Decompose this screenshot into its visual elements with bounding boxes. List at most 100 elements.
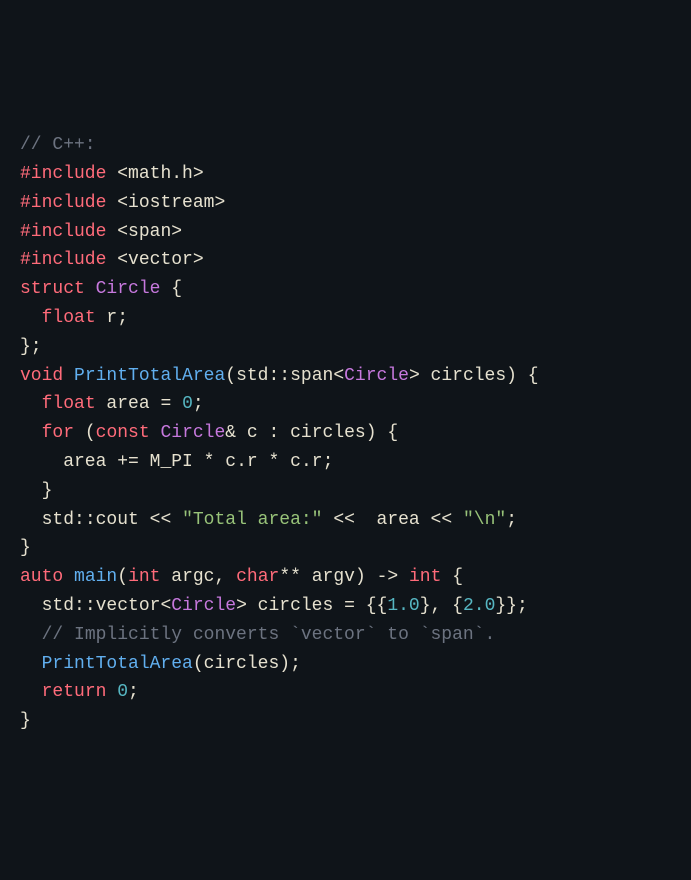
token-ident	[366, 567, 377, 587]
token-paren: {{	[366, 596, 388, 616]
token-op: *	[269, 452, 280, 472]
token-ident	[63, 567, 74, 587]
token-paren: (	[117, 567, 128, 587]
token-paren: }};	[495, 596, 527, 616]
token-number: 0	[117, 682, 128, 702]
token-op: <<	[431, 510, 453, 530]
token-ident: circles	[279, 423, 365, 443]
code-line: #include <vector>	[20, 246, 671, 275]
token-string: "\n"	[463, 510, 506, 530]
token-keyword: #include	[20, 193, 106, 213]
token-ident	[106, 164, 117, 184]
token-ident	[85, 279, 96, 299]
token-ident	[441, 596, 452, 616]
token-macro: M_PI	[150, 452, 193, 472]
token-angle: >	[409, 366, 420, 386]
code-line: };	[20, 333, 671, 362]
token-ident	[20, 625, 42, 645]
code-line: }	[20, 707, 671, 736]
token-keyword: float	[42, 308, 96, 328]
token-type: Circle	[96, 279, 161, 299]
token-ident: argv	[301, 567, 355, 587]
token-paren: ;	[506, 510, 517, 530]
token-keyword: struct	[20, 279, 85, 299]
token-op: <<	[150, 510, 172, 530]
token-ident: cout	[96, 510, 150, 530]
token-ident	[193, 452, 204, 472]
token-op: ::	[268, 366, 290, 386]
code-block: // C++:#include <math.h>#include <iostre…	[20, 131, 671, 736]
token-comment: // C++:	[20, 135, 96, 155]
token-angle: <	[160, 596, 171, 616]
token-ident	[225, 567, 236, 587]
token-op: :	[269, 423, 280, 443]
token-ident	[20, 682, 42, 702]
token-number: 0	[182, 394, 193, 414]
code-line: #include <iostream>	[20, 189, 671, 218]
token-ident: area	[20, 452, 117, 472]
code-line: for (const Circle& c : circles) {	[20, 419, 671, 448]
code-line: return 0;	[20, 678, 671, 707]
token-paren: );	[279, 654, 301, 674]
token-angle: <math.h>	[117, 164, 203, 184]
token-op: **	[279, 567, 301, 587]
token-string: "Total area:"	[182, 510, 322, 530]
token-op: =	[344, 596, 355, 616]
token-op: =	[160, 394, 171, 414]
token-keyword: return	[42, 682, 107, 702]
token-paren: (	[225, 366, 236, 386]
code-line: void PrintTotalArea(std::span<Circle> ci…	[20, 362, 671, 391]
token-keyword: void	[20, 366, 63, 386]
token-paren: ;	[117, 308, 128, 328]
token-paren: {	[452, 567, 463, 587]
token-ident	[398, 567, 409, 587]
token-ident	[160, 279, 171, 299]
token-ident	[355, 596, 366, 616]
code-line: #include <span>	[20, 218, 671, 247]
token-paren: }	[20, 538, 31, 558]
token-paren: )	[366, 423, 377, 443]
code-line: auto main(int argc, char** argv) -> int …	[20, 563, 671, 592]
token-op: .	[301, 452, 312, 472]
token-paren: }	[42, 481, 53, 501]
token-ident	[20, 308, 42, 328]
token-ident: std	[20, 510, 74, 530]
code-line: }	[20, 534, 671, 563]
token-ident: area	[96, 394, 161, 414]
token-keyword: char	[236, 567, 279, 587]
token-ident: c	[279, 452, 301, 472]
code-line: // C++:	[20, 131, 671, 160]
token-ident: c	[236, 423, 268, 443]
token-type: Circle	[171, 596, 236, 616]
token-paren: ;	[193, 394, 204, 414]
token-keyword: #include	[20, 222, 106, 242]
token-ident	[20, 394, 42, 414]
token-ident	[20, 423, 42, 443]
token-angle: <iostream>	[117, 193, 225, 213]
code-line: #include <math.h>	[20, 160, 671, 189]
code-line: float r;	[20, 304, 671, 333]
token-ident	[106, 222, 117, 242]
token-keyword: auto	[20, 567, 63, 587]
token-paren: ;	[128, 682, 139, 702]
code-line: PrintTotalArea(circles);	[20, 650, 671, 679]
token-keyword: #include	[20, 250, 106, 270]
token-paren: {	[528, 366, 539, 386]
code-line: // Implicitly converts `vector` to `span…	[20, 621, 671, 650]
token-ident: r	[312, 452, 323, 472]
token-ident: span	[290, 366, 333, 386]
token-paren: ;	[323, 452, 334, 472]
code-line: }	[20, 477, 671, 506]
token-paren: };	[20, 337, 42, 357]
token-ident	[106, 682, 117, 702]
token-number: 1.0	[387, 596, 419, 616]
token-paren: (	[193, 654, 204, 674]
token-keyword: for	[42, 423, 74, 443]
code-line: std::cout << "Total area:" << area << "\…	[20, 506, 671, 535]
token-op: ::	[74, 596, 96, 616]
token-paren: },	[420, 596, 442, 616]
token-ident	[377, 423, 388, 443]
token-ident: std	[20, 596, 74, 616]
token-ident: c	[214, 452, 236, 472]
token-func: PrintTotalArea	[42, 654, 193, 674]
